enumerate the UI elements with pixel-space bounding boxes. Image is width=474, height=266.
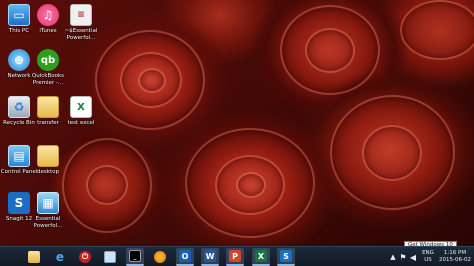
taskbar-power[interactable]: ⏻ xyxy=(76,248,94,266)
language-indicator[interactable]: ENG US xyxy=(420,250,436,263)
desktop-icon-test-excel[interactable]: X test excel xyxy=(62,96,100,127)
taskbar-firefox[interactable] xyxy=(151,248,169,266)
taskbar-internet-explorer[interactable]: e xyxy=(51,248,69,266)
desktop-icon-label: test excel xyxy=(67,120,95,126)
excel-file-icon: X xyxy=(70,96,92,118)
tray-show-hidden-icons[interactable]: ▲ xyxy=(388,248,398,266)
taskbar-outlook[interactable]: O xyxy=(176,248,194,266)
outlook-icon: O xyxy=(179,250,191,262)
folder-icon xyxy=(37,96,59,118)
taskbar-powerpoint[interactable]: P xyxy=(226,248,244,266)
desktop-icon-label: desktop xyxy=(37,169,59,175)
command-prompt-icon: _ xyxy=(129,250,141,262)
tray-action-center[interactable]: ⚑ xyxy=(398,248,408,266)
clock[interactable]: 1:16 PM 2015-06-02 xyxy=(437,250,473,263)
snagit-icon: S xyxy=(280,250,292,262)
tray-volume[interactable]: ◀ xyxy=(408,248,418,266)
computer-icon: ▭ xyxy=(8,4,30,26)
taskbar-notepad[interactable] xyxy=(101,248,119,266)
desktop-icon-quickbooks[interactable]: qb QuickBooks Premier -... xyxy=(29,49,67,86)
taskbar-snagit[interactable]: S xyxy=(277,248,295,266)
file-explorer-icon xyxy=(28,251,40,263)
taskbar: e ⏻ _ O W P X S ▲ ⚑ ◀ ENG US 1:16 PM 201… xyxy=(0,246,474,266)
word-icon: W xyxy=(204,250,216,262)
excel-icon: X xyxy=(255,250,267,262)
desktop-icon-essential-ppt[interactable]: ▦ Essential Powerfol... xyxy=(29,192,67,229)
document-icon: ≡ xyxy=(70,4,92,26)
control-panel-icon: ▤ xyxy=(8,145,30,167)
taskbar-command-prompt[interactable]: _ xyxy=(126,248,144,266)
desktop-icon-label: QuickBooks Premier -... xyxy=(31,73,65,86)
recycle-bin-icon: ♻ xyxy=(8,96,30,118)
chevron-up-icon: ▲ xyxy=(390,253,396,261)
power-icon: ⏻ xyxy=(79,251,91,263)
powerpoint-file-icon: ▦ xyxy=(37,192,59,214)
snagit-icon: S xyxy=(8,192,30,214)
taskbar-excel[interactable]: X xyxy=(252,248,270,266)
start-button[interactable] xyxy=(2,248,20,266)
firefox-icon xyxy=(154,251,166,263)
clock-date: 2015-06-02 xyxy=(439,256,471,263)
desktop-icon-label: Essential Powerfol... xyxy=(33,216,63,229)
internet-explorer-icon: e xyxy=(55,250,65,264)
desktop-icon-essential-temp[interactable]: ≡ ~$Essential Powerfol... xyxy=(62,4,100,41)
folder-icon xyxy=(37,145,59,167)
taskbar-word[interactable]: W xyxy=(201,248,219,266)
quickbooks-icon: qb xyxy=(37,49,59,71)
network-icon: ⊕ xyxy=(8,49,30,71)
flag-icon: ⚑ xyxy=(399,252,407,262)
desktop-icon-desktop-folder[interactable]: desktop xyxy=(29,145,67,176)
itunes-icon: ♫ xyxy=(37,4,59,26)
notepad-icon xyxy=(104,251,116,263)
taskbar-file-explorer[interactable] xyxy=(25,248,43,266)
powerpoint-icon: P xyxy=(229,250,241,262)
start-icon xyxy=(6,252,17,263)
desktop-icon-label: ~$Essential Powerfol... xyxy=(64,28,98,41)
language-code: ENG xyxy=(422,250,434,256)
language-region: US xyxy=(424,256,432,263)
speaker-icon: ◀ xyxy=(409,252,417,262)
